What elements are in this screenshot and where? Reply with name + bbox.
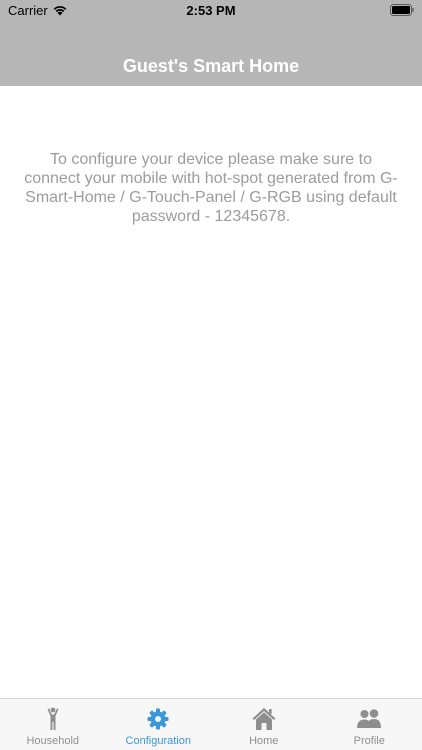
tab-label: Configuration <box>125 735 191 747</box>
tab-home[interactable]: Home <box>211 699 317 750</box>
tab-configuration[interactable]: Configuration <box>106 699 212 750</box>
clock: 2:53 PM <box>186 3 236 18</box>
gear-icon <box>147 708 169 730</box>
tab-label: Profile <box>353 735 385 747</box>
page-title: Guest's Smart Home <box>122 56 300 76</box>
navigation-header: Carrier 2:53 PM Guest's Smart Home <box>0 0 422 86</box>
status-bar: Carrier 2:53 PM <box>0 0 422 22</box>
tab-profile[interactable]: Profile <box>317 699 422 750</box>
people-icon <box>357 709 382 728</box>
tab-bar: Household Configuration Home Profile <box>0 698 422 750</box>
tab-label: Household <box>26 735 80 747</box>
tab-label: Home <box>249 735 279 747</box>
tab-household[interactable]: Household <box>0 699 106 750</box>
house-icon <box>252 708 276 730</box>
person-icon <box>47 707 59 730</box>
configuration-instructions: To configure your device please make sur… <box>24 151 398 225</box>
battery-icon <box>390 4 414 16</box>
